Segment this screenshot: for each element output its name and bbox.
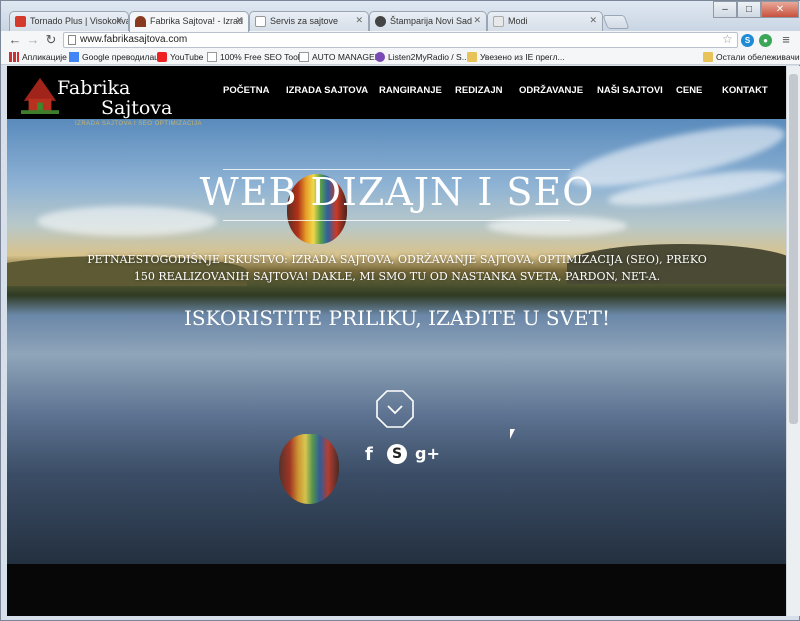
- tab-strip: Tornado Plus | Visokokval ✕ Fabrika Sajt…: [1, 1, 800, 32]
- scrollbar-thumb[interactable]: [789, 74, 798, 424]
- menu-icon[interactable]: ≡: [778, 32, 794, 48]
- hero-description: PETNAESTOGODIŠNJE ISKUSTVO: IZRADA SAJTO…: [87, 253, 707, 283]
- bookmark-label: Увезено из IE прегл...: [480, 52, 565, 62]
- logo-house-icon: [21, 77, 59, 114]
- bookmark-label: Остали обележивачи: [716, 52, 800, 62]
- apps-icon: [9, 52, 19, 62]
- bookmark-listen2myradio[interactable]: Listen2MyRadio / S...: [375, 51, 469, 63]
- close-tab-icon[interactable]: ✕: [115, 15, 123, 26]
- nav-redizajn[interactable]: REDIZAJN: [455, 85, 503, 96]
- nav-izrada-sajtova[interactable]: IZRADA SAJTOVA: [286, 85, 368, 96]
- nav-cene[interactable]: CENE: [676, 85, 702, 96]
- other-bookmarks[interactable]: Остали обележивачи: [703, 51, 800, 63]
- bookmarks-bar: Апликације Google преводилац YouTube 100…: [1, 49, 800, 65]
- balloon-reflection-image: [279, 434, 339, 504]
- hero-title: WEB DIZAJN I SEO: [199, 170, 595, 214]
- close-tab-icon[interactable]: ✕: [355, 15, 363, 26]
- forward-arrow-icon[interactable]: →: [25, 32, 41, 48]
- logo-text-line1[interactable]: Fabrika: [57, 77, 130, 99]
- tab-label: Modi: [508, 16, 528, 26]
- bookmark-seo-tool[interactable]: 100% Free SEO Tool...: [207, 51, 307, 63]
- tab-servis[interactable]: Servis za sajtove ✕: [249, 11, 369, 31]
- close-window-button[interactable]: ✕: [761, 1, 799, 18]
- close-tab-icon[interactable]: ✕: [235, 15, 243, 26]
- hero-divider-bottom: [223, 220, 570, 221]
- youtube-icon: [157, 52, 167, 62]
- bookmark-label: Listen2MyRadio / S...: [388, 52, 469, 62]
- bookmark-label: YouTube: [170, 52, 204, 62]
- tab-stamparija[interactable]: Štamparija Novi Sad ✕: [369, 11, 487, 31]
- skype-icon[interactable]: S: [387, 444, 407, 464]
- globe-favicon: [375, 16, 386, 27]
- close-tab-icon[interactable]: ✕: [589, 15, 597, 26]
- new-tab-button[interactable]: [602, 15, 630, 29]
- blank-favicon: [493, 16, 504, 27]
- site-header: Fabrika Sajtova IZRADA SAJTOVA I SEO OPT…: [7, 66, 786, 127]
- maximize-button[interactable]: □: [737, 1, 761, 18]
- bookmark-star-icon[interactable]: ☆: [722, 32, 733, 46]
- bookmark-ie-folder[interactable]: Увезено из IE прегл...: [467, 51, 565, 63]
- tab-label: Tornado Plus | Visokokval: [30, 16, 129, 26]
- nav-nasi-sajtovi[interactable]: NAŠI SAJTOVI: [597, 85, 663, 96]
- folder-icon: [703, 52, 713, 62]
- scroll-down-icon[interactable]: [376, 390, 414, 428]
- tornado-favicon: [15, 16, 26, 27]
- radio-icon: [375, 52, 385, 62]
- address-bar[interactable]: www.fabrikasajtova.com: [63, 32, 738, 48]
- page-icon: [207, 52, 217, 62]
- fabrika-favicon: [135, 16, 146, 27]
- tab-modi[interactable]: Modi ✕: [487, 11, 603, 31]
- bookmark-auto-manager[interactable]: AUTO MANAGER: [299, 51, 381, 63]
- bookmark-youtube[interactable]: YouTube: [157, 51, 203, 63]
- logo-text-line2[interactable]: Sajtova: [101, 97, 172, 119]
- minimize-button[interactable]: –: [713, 1, 737, 18]
- nav-odrzavanje[interactable]: ODRŽAVANJE: [519, 85, 583, 96]
- page-icon: [68, 35, 76, 45]
- page-bottom-strip: [7, 564, 786, 616]
- skype-extension-icon[interactable]: S: [741, 34, 754, 47]
- web-page: Fabrika Sajtova IZRADA SAJTOVA I SEO OPT…: [7, 66, 786, 616]
- logo-tagline: IZRADA SAJTOVA I SEO OPTIMIZACIJA: [75, 121, 202, 127]
- tab-fabrika[interactable]: Fabrika Sajtova! - Izrad ✕: [129, 11, 249, 32]
- page-icon: [299, 52, 309, 62]
- tab-label: Fabrika Sajtova! - Izrad: [150, 16, 244, 26]
- nav-rangiranje[interactable]: RANGIRANJE: [379, 85, 442, 96]
- back-arrow-icon[interactable]: ←: [7, 32, 23, 48]
- bookmark-label: Google преводилац: [82, 52, 160, 62]
- page-favicon: [255, 16, 266, 27]
- facebook-icon[interactable]: f: [365, 444, 373, 465]
- bookmark-apps[interactable]: Апликације: [9, 51, 67, 63]
- url-text: www.fabrikasajtova.com: [80, 34, 188, 45]
- browser-toolbar: ← → ↻ www.fabrikasajtova.com ☆: [1, 31, 800, 49]
- page-scrollbar[interactable]: [786, 66, 800, 616]
- translate-icon: [69, 52, 79, 62]
- google-plus-icon[interactable]: g+: [415, 444, 440, 463]
- bookmark-translate[interactable]: Google преводилац: [69, 51, 159, 63]
- bookmark-label: 100% Free SEO Tool...: [220, 52, 307, 62]
- extension-icon[interactable]: ●: [759, 34, 772, 47]
- close-tab-icon[interactable]: ✕: [473, 15, 481, 26]
- browser-window: Tornado Plus | Visokokval ✕ Fabrika Sajt…: [0, 0, 800, 621]
- nav-pocetna[interactable]: POČETNA: [223, 85, 269, 96]
- bookmark-label: Апликације: [22, 52, 67, 62]
- folder-icon: [467, 52, 477, 62]
- bookmark-label: AUTO MANAGER: [312, 52, 381, 62]
- tab-tornado[interactable]: Tornado Plus | Visokokval ✕: [9, 11, 129, 31]
- nav-kontakt[interactable]: KONTAKT: [722, 85, 768, 96]
- tab-label: Servis za sajtove: [270, 16, 339, 26]
- reload-icon[interactable]: ↻: [43, 32, 59, 48]
- tab-label: Štamparija Novi Sad: [390, 16, 473, 26]
- hero-call-to-action: ISKORISTITE PRILIKU, IZAĐITE U SVET!: [183, 306, 611, 330]
- mouse-cursor: [510, 429, 520, 439]
